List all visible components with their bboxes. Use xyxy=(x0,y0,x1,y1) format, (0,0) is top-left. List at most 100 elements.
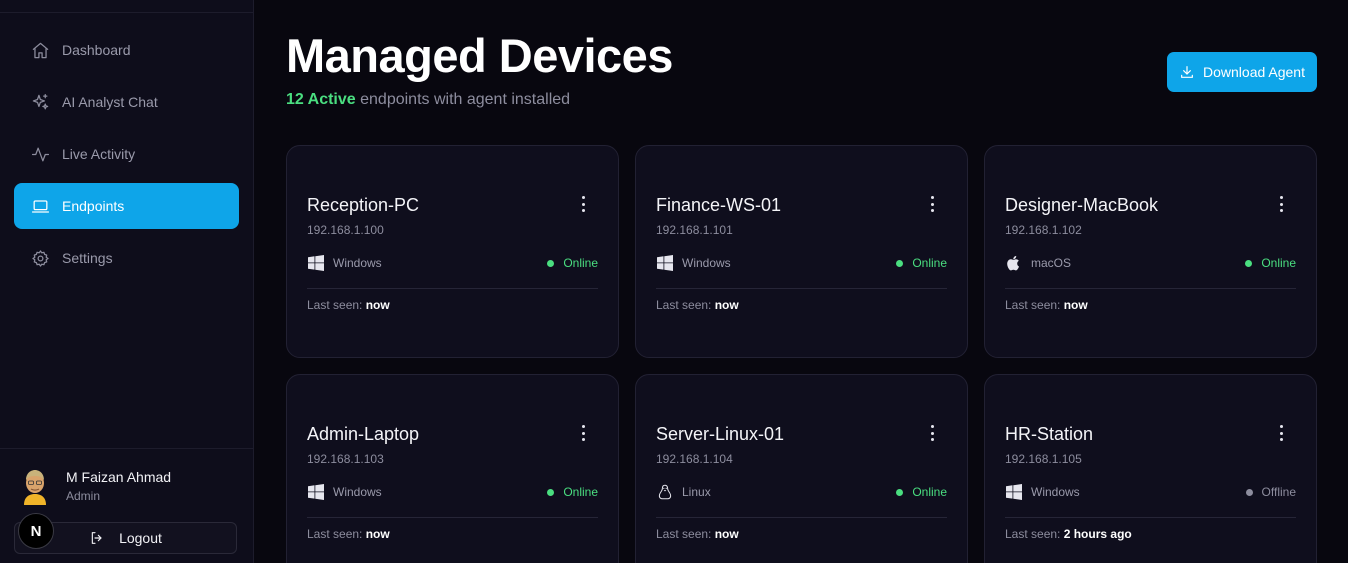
status-label: Online xyxy=(912,485,947,499)
device-card[interactable]: Server-Linux-01 192.168.1.104 Linux Onli… xyxy=(635,374,968,563)
sidebar-item-ai-analyst-chat[interactable]: AI Analyst Chat xyxy=(14,79,239,125)
last-seen: Last seen: now xyxy=(656,527,739,541)
last-seen-value: 2 hours ago xyxy=(1063,527,1132,541)
card-divider xyxy=(656,288,947,289)
page-subtitle: 12 Active endpoints with agent installed xyxy=(286,91,570,109)
more-options-icon[interactable] xyxy=(929,425,935,441)
last-seen-label: Last seen: xyxy=(656,298,712,312)
logout-label: Logout xyxy=(119,530,162,546)
status-label: Online xyxy=(1261,256,1296,270)
more-options-icon[interactable] xyxy=(1278,196,1284,212)
device-name: Designer-MacBook xyxy=(1005,195,1159,215)
activity-icon xyxy=(30,144,50,164)
apple-icon xyxy=(1005,254,1022,271)
device-name: Server-Linux-01 xyxy=(656,424,785,444)
status-label: Offline xyxy=(1261,485,1296,499)
user-info: M Faizan Ahmad Admin xyxy=(66,469,171,503)
status-dot xyxy=(1245,259,1253,267)
last-seen-value: now xyxy=(714,527,739,541)
device-name: Reception-PC xyxy=(307,195,420,215)
device-os: Windows xyxy=(307,483,382,500)
linux-icon xyxy=(656,483,673,500)
device-os: Windows xyxy=(656,254,731,271)
device-card[interactable]: Reception-PC 192.168.1.100 Windows Onlin… xyxy=(286,145,619,358)
card-divider xyxy=(307,517,598,518)
more-options-icon[interactable] xyxy=(929,196,935,212)
main-content: Managed Devices 12 Active endpoints with… xyxy=(254,0,1348,563)
sidebar-item-dashboard[interactable]: Dashboard xyxy=(14,27,239,73)
last-seen: Last seen: now xyxy=(307,298,390,312)
sidebar-item-label: Endpoints xyxy=(62,198,125,214)
sidebar-item-label: Live Activity xyxy=(62,146,136,162)
device-os: Windows xyxy=(1005,483,1080,500)
user-name: M Faizan Ahmad xyxy=(66,469,172,485)
status-badge: Online xyxy=(896,485,947,499)
sidebar-item-settings[interactable]: Settings xyxy=(14,235,239,281)
status-label: Online xyxy=(563,256,598,270)
device-name: Admin-Laptop xyxy=(307,424,420,444)
dev-tools-badge[interactable]: N xyxy=(18,513,54,549)
laptop-icon xyxy=(30,196,50,216)
status-badge: Online xyxy=(896,256,947,270)
status-dot xyxy=(547,488,555,496)
last-seen-label: Last seen: xyxy=(656,527,712,541)
last-seen: Last seen: 2 hours ago xyxy=(1005,527,1132,541)
device-grid: Reception-PC 192.168.1.100 Windows Onlin… xyxy=(286,145,1317,563)
download-agent-label: Download Agent xyxy=(1203,64,1305,80)
more-options-icon[interactable] xyxy=(580,425,586,441)
download-agent-button[interactable]: Download Agent xyxy=(1167,52,1317,92)
sidebar-footer: M Faizan Ahmad Admin Logout xyxy=(0,448,253,554)
card-divider xyxy=(307,288,598,289)
download-icon xyxy=(1181,66,1193,78)
user-role: Admin xyxy=(66,489,101,503)
device-ip: 192.168.1.104 xyxy=(656,452,733,466)
sidebar-item-label: Dashboard xyxy=(62,42,131,58)
device-os-label: Linux xyxy=(682,484,711,499)
status-label: Online xyxy=(563,485,598,499)
page-title: Managed Devices xyxy=(286,29,673,82)
user-profile[interactable]: M Faizan Ahmad Admin xyxy=(20,467,237,505)
subtitle-text: endpoints with agent installed xyxy=(355,91,571,108)
more-options-icon[interactable] xyxy=(580,196,586,212)
device-os-label: Windows xyxy=(333,484,382,499)
sparkles-icon xyxy=(30,92,50,112)
windows-icon xyxy=(307,254,324,271)
sidebar-header-divider xyxy=(0,0,253,13)
status-label: Online xyxy=(912,256,947,270)
device-card[interactable]: Admin-Laptop 192.168.1.103 Windows Onlin… xyxy=(286,374,619,563)
sidebar-item-endpoints[interactable]: Endpoints xyxy=(14,183,239,229)
device-card[interactable]: Designer-MacBook 192.168.1.102 macOS Onl… xyxy=(984,145,1317,358)
device-os-label: Windows xyxy=(333,255,382,270)
status-badge: Online xyxy=(1245,256,1296,270)
device-card[interactable]: HR-Station 192.168.1.105 Windows Offline… xyxy=(984,374,1317,563)
device-os: macOS xyxy=(1005,254,1071,271)
gear-icon xyxy=(30,248,50,268)
status-dot xyxy=(1245,488,1253,496)
sidebar-item-live-activity[interactable]: Live Activity xyxy=(14,131,239,177)
card-divider xyxy=(1005,288,1296,289)
device-ip: 192.168.1.100 xyxy=(307,223,384,237)
device-card[interactable]: Finance-WS-01 192.168.1.101 Windows Onli… xyxy=(635,145,968,358)
device-ip: 192.168.1.105 xyxy=(1005,452,1082,466)
more-options-icon[interactable] xyxy=(1278,425,1284,441)
status-badge: Offline xyxy=(1245,485,1296,499)
home-icon xyxy=(30,40,50,60)
status-badge: Online xyxy=(547,256,598,270)
last-seen-label: Last seen: xyxy=(1005,527,1061,541)
sidebar-nav: Dashboard AI Analyst Chat Live Activity … xyxy=(0,13,253,281)
status-dot xyxy=(896,259,904,267)
device-os-label: Windows xyxy=(682,255,731,270)
device-os: Windows xyxy=(307,254,382,271)
sidebar: Dashboard AI Analyst Chat Live Activity … xyxy=(0,0,254,563)
last-seen-value: now xyxy=(365,527,390,541)
last-seen: Last seen: now xyxy=(1005,298,1088,312)
device-ip: 192.168.1.103 xyxy=(307,452,384,466)
status-dot xyxy=(547,259,555,267)
logout-icon xyxy=(91,532,102,544)
last-seen-label: Last seen: xyxy=(307,298,363,312)
sidebar-item-label: Settings xyxy=(62,250,113,266)
last-seen-value: now xyxy=(714,298,739,312)
last-seen-label: Last seen: xyxy=(307,527,363,541)
device-os-label: Windows xyxy=(1031,484,1080,499)
status-badge: Online xyxy=(547,485,598,499)
